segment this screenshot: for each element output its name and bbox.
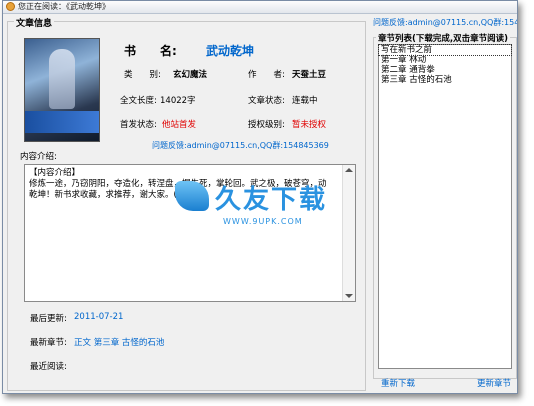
- scroll-up-icon[interactable]: [345, 168, 353, 172]
- first-publish-label: 首发状态:: [120, 120, 157, 130]
- scroll-down-icon[interactable]: [345, 294, 353, 298]
- author-value: 天蚕土豆: [292, 70, 327, 80]
- chapter-group-title: 章节列表(下载完成,双击章节阅读): [376, 32, 511, 44]
- book-cover-image: [24, 38, 100, 142]
- title-bar[interactable]: 您正在阅读：《武动乾坤》: [3, 1, 517, 14]
- update-chapter-link[interactable]: 更新章节: [477, 377, 511, 389]
- chapter-item[interactable]: 第二章 通背拳: [379, 65, 511, 75]
- latest-chapter-link[interactable]: 正文 第三章 古怪的石池: [74, 336, 164, 348]
- chapter-item[interactable]: 写在新书之前: [378, 44, 512, 56]
- status-value: 连载中: [292, 96, 318, 106]
- window-title: 您正在阅读：《武动乾坤》: [18, 2, 110, 11]
- redownload-link[interactable]: 重新下载: [381, 377, 415, 389]
- category-label: 类 别:: [124, 70, 161, 80]
- last-update-value: 2011-07-21: [74, 312, 124, 322]
- auth-level-label: 授权级别:: [248, 120, 285, 130]
- length-label: 全文长度:: [120, 96, 157, 106]
- latest-chapter-label: 最新章节:: [30, 338, 67, 348]
- intro-label: 内容介绍:: [20, 152, 57, 162]
- chapter-list-group: 章节列表(下载完成,双击章节阅读) 写在新书之前 第一章 林动 第二章 通背拳 …: [373, 32, 517, 379]
- app-icon: [6, 2, 15, 11]
- author-label: 作 者:: [248, 70, 285, 80]
- auth-level-value: 暂未授权: [292, 120, 327, 130]
- category-value: 玄幻魔法: [173, 70, 208, 80]
- main-window: 您正在阅读：《武动乾坤》 文章信息 书 名: 武动乾坤 类 别: 玄幻魔法 作 …: [2, 0, 518, 394]
- watermark-cn: 久友下载: [215, 185, 328, 215]
- watermark-logo: 久友下载 WWW.9UPK.COM: [175, 177, 361, 239]
- chapter-item[interactable]: 第一章 林动: [379, 55, 511, 65]
- chapter-feedback-link[interactable]: 问题反馈:admin@07115.cn,QQ群:154845: [373, 17, 517, 28]
- group-title: 文章信息: [14, 16, 55, 29]
- chapter-list[interactable]: 写在新书之前 第一章 林动 第二章 通背拳 第三章 古怪的石池: [378, 44, 512, 369]
- watermark-icon: [175, 181, 209, 211]
- book-name-label: 书 名:: [124, 44, 177, 58]
- book-name-value: 武动乾坤: [206, 44, 255, 58]
- chapter-panel: 问题反馈:admin@07115.cn,QQ群:154845 章节列表(下载完成…: [373, 15, 517, 391]
- chapter-item[interactable]: 第三章 古怪的石池: [379, 75, 511, 85]
- status-label: 文章状态:: [248, 96, 285, 106]
- first-publish-value: 他站首发: [162, 120, 197, 130]
- recent-read-label: 最近阅读:: [30, 362, 67, 372]
- last-update-label: 最后更新:: [30, 314, 67, 324]
- watermark-en: WWW.9UPK.COM: [223, 217, 303, 226]
- length-value: 14022字: [160, 96, 196, 106]
- feedback-link[interactable]: 问题反馈:admin@07115.cn,QQ群:154845369: [152, 140, 329, 151]
